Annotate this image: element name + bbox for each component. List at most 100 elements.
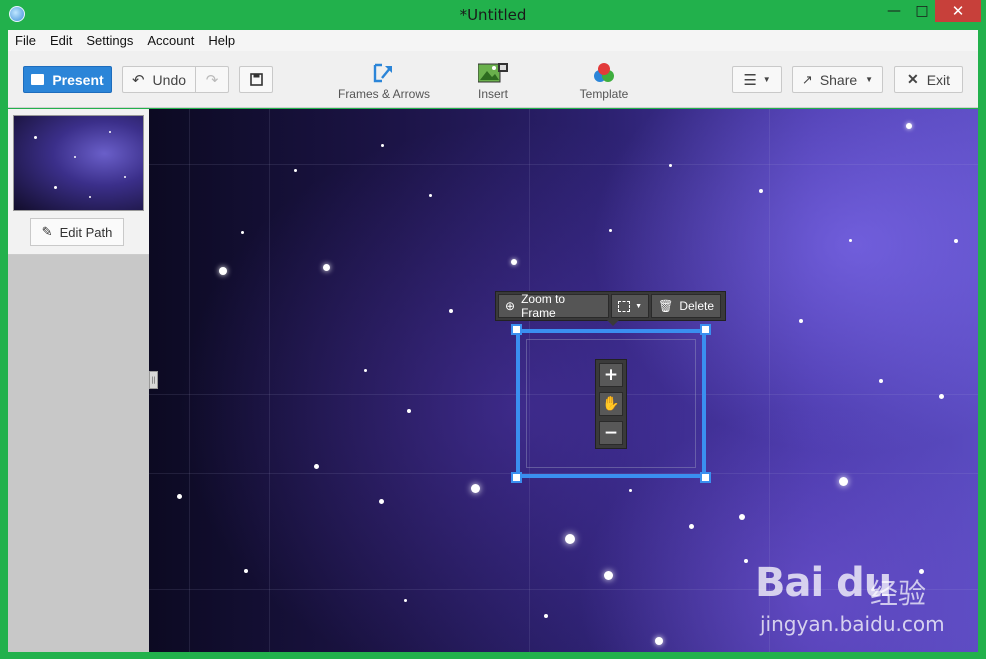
insert-label: Insert: [477, 87, 508, 101]
baidu-watermark: Bai du 经验 jingyan.baidu.com: [755, 560, 955, 640]
frame-thumbnail[interactable]: [13, 115, 144, 211]
undo-icon: ↶: [131, 71, 145, 89]
edit-path-button[interactable]: ✎ Edit Path: [30, 218, 124, 246]
exit-button[interactable]: ✕ Exit: [894, 66, 963, 93]
edit-path-label: Edit Path: [59, 224, 113, 240]
menu-edit[interactable]: Edit: [43, 33, 79, 48]
maximize-icon[interactable]: □: [909, 0, 935, 22]
star-decoration: [849, 239, 852, 242]
frame-toolbar-pointer: [607, 320, 619, 326]
star-decoration: [629, 489, 632, 492]
star-decoration: [839, 477, 848, 486]
star-decoration: [241, 231, 244, 234]
star-decoration: [544, 614, 548, 618]
pencil-icon: ✎: [41, 224, 53, 239]
star-decoration: [219, 267, 227, 275]
star-decoration: [407, 409, 411, 413]
close-icon[interactable]: ✕: [935, 0, 981, 22]
frames-arrows-icon: [373, 63, 392, 83]
canvas-grid-line: [269, 109, 270, 652]
star-decoration: [906, 123, 912, 129]
save-icon: [249, 73, 263, 86]
star-decoration: [604, 571, 613, 580]
window-title: *Untitled: [459, 6, 527, 24]
star-decoration: [879, 379, 883, 383]
redo-icon: ↷: [205, 71, 219, 89]
star-decoration: [655, 637, 663, 645]
star-decoration: [294, 169, 297, 172]
star-decoration: [89, 196, 91, 198]
hand-move-icon[interactable]: ✋: [599, 392, 623, 416]
frame-type-dropdown[interactable]: ▼: [611, 294, 650, 318]
star-decoration: [759, 189, 763, 193]
star-decoration: [744, 559, 748, 563]
present-icon: [31, 74, 45, 85]
template-tool[interactable]: Template: [573, 62, 635, 102]
menu-account[interactable]: Account: [140, 33, 201, 48]
frames-arrows-tool[interactable]: Frames & Arrows: [333, 62, 435, 102]
delete-label: Delete: [679, 299, 714, 313]
frame-zoom-controls: + ✋ −: [595, 359, 627, 449]
star-decoration: [314, 464, 319, 469]
star-decoration: [244, 569, 248, 573]
menu-file[interactable]: File: [8, 33, 43, 48]
star-decoration: [74, 156, 76, 158]
star-decoration: [404, 599, 407, 602]
star-decoration: [177, 494, 182, 499]
star-decoration: [739, 514, 745, 520]
share-button[interactable]: ↗ Share ▼: [792, 66, 883, 93]
star-decoration: [124, 176, 126, 178]
options-menu-button[interactable]: ☰ ▼: [732, 66, 782, 93]
chevron-down-icon: ▼: [865, 75, 874, 84]
template-label: Template: [579, 87, 629, 101]
star-decoration: [364, 369, 367, 372]
minimize-icon[interactable]: —: [879, 0, 909, 22]
dashed-frame-icon: [618, 300, 631, 312]
star-decoration: [669, 164, 672, 167]
chevron-down-icon: ▼: [762, 75, 771, 84]
trash-icon: 🗑: [658, 299, 674, 313]
star-decoration: [379, 499, 384, 504]
star-decoration: [381, 144, 384, 147]
star-decoration: [954, 239, 958, 243]
zoom-out-button[interactable]: −: [599, 421, 623, 445]
star-decoration: [939, 394, 944, 399]
template-icon: [594, 63, 614, 82]
share-label: Share: [819, 71, 858, 88]
chevron-down-icon: ▼: [635, 302, 643, 310]
zoom-to-frame-button[interactable]: ⊕ Zoom to Frame: [498, 292, 610, 320]
frame-toolbar: ⊕ Zoom to Frame ▼ 🗑 Delete: [495, 291, 726, 321]
undo-button[interactable]: ↶ Undo: [122, 66, 196, 93]
resize-handle-top-left[interactable]: [511, 324, 522, 335]
main-toolbar: Present ↶ Undo ↷ Frames & Arrows Insert …: [8, 51, 978, 108]
star-decoration: [799, 319, 803, 323]
menu-settings[interactable]: Settings: [79, 33, 140, 48]
path-sidebar: ✎ Edit Path: [8, 109, 149, 652]
insert-image-icon: [478, 63, 508, 83]
canvas-grid-line: [189, 109, 190, 652]
hamburger-icon: ☰: [743, 71, 757, 89]
zoom-to-frame-label: Zoom to Frame: [521, 292, 566, 320]
star-decoration: [34, 136, 37, 139]
delete-button[interactable]: 🗑 Delete: [651, 294, 721, 318]
insert-tool[interactable]: Insert: [463, 62, 523, 102]
star-decoration: [109, 131, 111, 133]
resize-handle-top-right[interactable]: [700, 324, 711, 335]
zoom-in-button[interactable]: +: [599, 363, 623, 387]
star-decoration: [471, 484, 480, 493]
star-decoration: [689, 524, 694, 529]
resize-handle-bottom-right[interactable]: [700, 472, 711, 483]
menu-help[interactable]: Help: [201, 33, 242, 48]
sidebar-collapse-handle[interactable]: ||: [149, 371, 158, 389]
share-icon: ↗: [801, 71, 813, 87]
star-decoration: [609, 229, 612, 232]
menu-bar: File Edit Settings Account Help: [8, 30, 978, 51]
star-decoration: [429, 194, 432, 197]
resize-handle-bottom-left[interactable]: [511, 472, 522, 483]
canvas-grid-line: [149, 164, 978, 165]
save-button[interactable]: [239, 66, 273, 93]
present-button[interactable]: Present: [23, 66, 112, 93]
redo-button[interactable]: ↷: [195, 66, 229, 93]
undo-label: Undo: [152, 71, 187, 88]
frames-arrows-label: Frames & Arrows: [337, 87, 430, 101]
